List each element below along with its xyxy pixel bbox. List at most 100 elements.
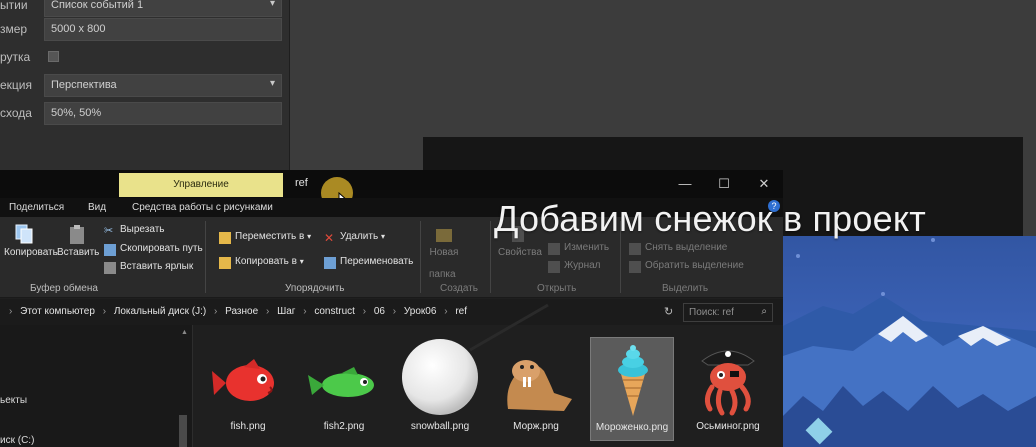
ice-cream-icon bbox=[618, 345, 648, 416]
ribbon-divider bbox=[205, 221, 206, 293]
size-value: 5000 x 800 bbox=[51, 23, 106, 35]
property-label: ытии bbox=[0, 0, 28, 12]
window-title: ref bbox=[295, 177, 308, 189]
scroll-checkbox[interactable] bbox=[48, 51, 59, 62]
tab-picture-tools[interactable]: Средства работы с рисунками bbox=[132, 202, 273, 213]
crumb-this-pc[interactable]: Этот компьютер bbox=[20, 306, 95, 317]
snowball-icon bbox=[402, 339, 478, 415]
property-row-projection: екция Перспектива ▾ bbox=[0, 72, 290, 100]
crumb-local-disk[interactable]: Локальный диск (J:) bbox=[114, 306, 206, 317]
copy-path-button[interactable]: Скопировать путь bbox=[104, 243, 203, 257]
file-name: Морж.png bbox=[513, 421, 559, 432]
ribbon-divider bbox=[490, 221, 491, 293]
file-list: fish.png fish2.png snowball.png Морж.png… bbox=[194, 325, 783, 447]
select-none-label: Снять выделение bbox=[645, 242, 728, 253]
copy-to-icon bbox=[219, 257, 231, 269]
tab-manage[interactable]: Управление bbox=[119, 173, 283, 197]
close-button[interactable]: ✕ bbox=[754, 175, 774, 193]
minimize-button[interactable]: — bbox=[675, 175, 695, 193]
search-input[interactable]: Поиск: ref ⌕ bbox=[683, 303, 773, 322]
select-group-label: Выделить bbox=[662, 283, 709, 294]
copy-button[interactable]: Копировать bbox=[4, 223, 58, 269]
maximize-button[interactable]: ☐ bbox=[714, 175, 734, 193]
address-bar[interactable]: › Этот компьютер › Локальный диск (J:) ›… bbox=[0, 299, 783, 325]
file-item[interactable]: fish2.png bbox=[302, 337, 386, 441]
event-sheet-select[interactable]: Список событий 1 ▾ bbox=[44, 0, 282, 17]
nav-item-objects[interactable]: ьекты bbox=[0, 395, 27, 406]
new-folder-label-1: Новая bbox=[429, 247, 459, 258]
rename-button[interactable]: Переименовать bbox=[324, 256, 413, 270]
select-none-icon bbox=[629, 243, 641, 255]
refresh-icon[interactable]: ↻ bbox=[664, 305, 673, 318]
property-row-vanishing-point: схода 50%, 50% bbox=[0, 100, 290, 128]
green-fish-icon bbox=[308, 367, 374, 397]
pirate-octopus-icon bbox=[701, 350, 755, 416]
open-group-label: Открыть bbox=[537, 283, 577, 294]
file-item[interactable]: Осьминог.png bbox=[686, 337, 770, 441]
crumb-raznoe[interactable]: Разное bbox=[225, 306, 258, 317]
chevron-down-icon: ▾ bbox=[269, 78, 275, 89]
file-item[interactable]: snowball.png bbox=[398, 337, 482, 441]
invert-selection-icon bbox=[629, 261, 641, 273]
size-field[interactable]: 5000 x 800 bbox=[44, 18, 282, 41]
crumb-ref[interactable]: ref bbox=[455, 306, 467, 317]
paste-shortcut-icon bbox=[104, 262, 116, 274]
property-label: екция bbox=[0, 78, 32, 92]
delete-label: Удалить bbox=[340, 231, 379, 242]
chevron-down-icon: ▾ bbox=[299, 257, 304, 266]
file-item[interactable]: Мороженко.png bbox=[590, 337, 674, 441]
file-name: fish.png bbox=[230, 421, 266, 432]
crumb-urok06[interactable]: Урок06 bbox=[404, 306, 437, 317]
chevron-right-icon: › bbox=[303, 306, 307, 317]
tab-share[interactable]: Поделиться bbox=[9, 202, 64, 213]
move-to-button[interactable]: Переместить в ▾ bbox=[219, 231, 311, 245]
move-to-icon bbox=[219, 232, 231, 244]
property-label: схода bbox=[0, 106, 32, 120]
chevron-right-icon: › bbox=[362, 306, 367, 317]
event-sheet-value: Список событий 1 bbox=[51, 0, 144, 11]
cut-button[interactable]: ✂ Вырезать bbox=[104, 224, 164, 238]
crumb-construct[interactable]: construct bbox=[314, 306, 355, 317]
paste-button[interactable]: Вставить bbox=[57, 223, 100, 269]
crumb-shag[interactable]: Шаг bbox=[277, 306, 295, 317]
scroll-up-icon[interactable]: ▲ bbox=[181, 329, 188, 336]
vanishing-point-value: 50%, 50% bbox=[51, 107, 102, 119]
new-folder-button[interactable]: Новая bbox=[424, 223, 464, 269]
paste-shortcut-button[interactable]: Вставить ярлык bbox=[104, 261, 193, 275]
paste-label: Вставить bbox=[57, 247, 100, 258]
crumb-06[interactable]: 06 bbox=[374, 306, 385, 317]
properties-label: Свойства bbox=[498, 247, 542, 258]
navigation-pane: ▲ ьекты иск (C:) bbox=[0, 325, 193, 447]
mountains-background bbox=[783, 238, 1036, 447]
select-none-button[interactable]: Снять выделение bbox=[629, 242, 727, 256]
copy-label: Копировать bbox=[4, 247, 58, 258]
file-item[interactable]: Морж.png bbox=[494, 337, 578, 441]
chevron-down-icon: ▾ bbox=[307, 232, 312, 241]
scrollbar-thumb[interactable] bbox=[179, 415, 187, 447]
edit-label: Изменить bbox=[564, 242, 610, 253]
copy-to-button[interactable]: Копировать в ▾ bbox=[219, 256, 304, 270]
delete-button[interactable]: ✕ Удалить ▾ bbox=[324, 231, 385, 245]
file-item[interactable]: fish.png bbox=[206, 337, 290, 441]
history-button[interactable]: Журнал bbox=[548, 260, 601, 274]
projection-select[interactable]: Перспектива ▾ bbox=[44, 74, 282, 97]
search-icon: ⌕ bbox=[761, 306, 767, 317]
file-name: snowball.png bbox=[410, 421, 470, 432]
rename-icon bbox=[324, 257, 336, 269]
breadcrumb: › Этот компьютер › Локальный диск (J:) ›… bbox=[4, 306, 467, 317]
vanishing-point-field[interactable]: 50%, 50% bbox=[44, 102, 282, 125]
property-row-unbounded-scroll: рутка bbox=[0, 44, 290, 72]
scissors-icon: ✂ bbox=[104, 225, 114, 237]
file-name: fish2.png bbox=[323, 421, 365, 432]
chevron-right-icon: › bbox=[265, 306, 270, 317]
tab-view[interactable]: Вид bbox=[88, 202, 106, 213]
nav-item-disk-c[interactable]: иск (C:) bbox=[0, 435, 34, 446]
chevron-down-icon: ▾ bbox=[269, 0, 275, 9]
help-icon[interactable]: ? bbox=[768, 200, 780, 212]
organize-group-label: Упорядочить bbox=[285, 283, 345, 294]
copy-icon bbox=[15, 224, 33, 244]
copy-to-label: Копировать в bbox=[235, 256, 297, 267]
invert-selection-button[interactable]: Обратить выделение bbox=[629, 260, 744, 274]
edit-button[interactable]: Изменить bbox=[548, 242, 609, 256]
history-icon bbox=[548, 261, 560, 273]
